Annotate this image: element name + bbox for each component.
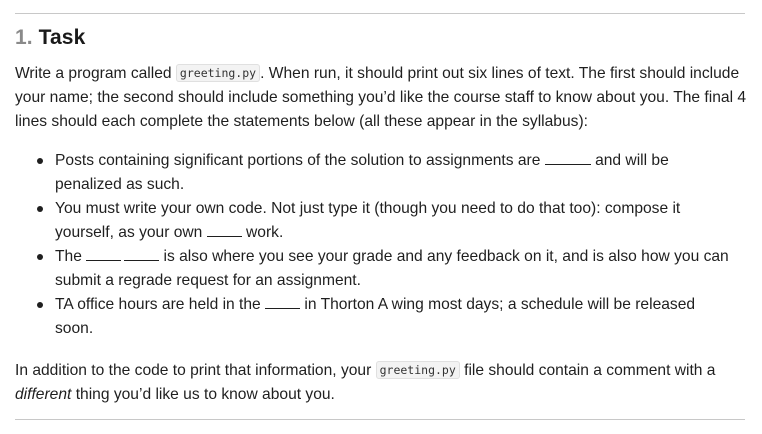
emphasis-different: different <box>15 386 72 403</box>
closing-text-start: In addition to the code to print that in… <box>15 362 376 379</box>
fill-in-blank <box>544 149 591 165</box>
closing-text-middle: file should contain a comment with a <box>459 362 716 379</box>
fill-in-blank <box>124 245 160 261</box>
closing-paragraph: In addition to the code to print that in… <box>15 358 750 407</box>
section-heading: 1. Task <box>15 24 85 52</box>
intro-paragraph: Write a program called greeting.py. When… <box>15 61 750 134</box>
filename-code: greeting.py <box>175 64 261 82</box>
statement-text: Posts containing significant portions of… <box>55 152 545 169</box>
statement-text: TA office hours are held in the <box>55 296 266 313</box>
intro-text-start: Write a program called <box>15 65 176 82</box>
top-divider <box>15 13 745 14</box>
statement-text: The <box>55 248 87 265</box>
fill-in-blank <box>265 293 301 309</box>
list-item: TA office hours are held in the in Thort… <box>15 293 735 341</box>
list-item: The is also where you see your grade and… <box>15 245 735 293</box>
closing-text-end: thing you’d like us to know about you. <box>71 386 335 403</box>
section-number: 1. <box>15 26 33 49</box>
list-item: You must write your own code. Not just t… <box>15 197 735 245</box>
bottom-divider <box>15 419 745 420</box>
fill-in-blank <box>206 221 242 237</box>
statements-list: Posts containing significant portions of… <box>15 149 735 341</box>
statement-text: work. <box>241 224 284 241</box>
list-item: Posts containing significant portions of… <box>15 149 735 197</box>
filename-code: greeting.py <box>375 361 460 379</box>
statement-text: You must write your own code. Not just t… <box>55 200 681 241</box>
section-title: Task <box>38 26 86 49</box>
fill-in-blank <box>86 245 122 261</box>
